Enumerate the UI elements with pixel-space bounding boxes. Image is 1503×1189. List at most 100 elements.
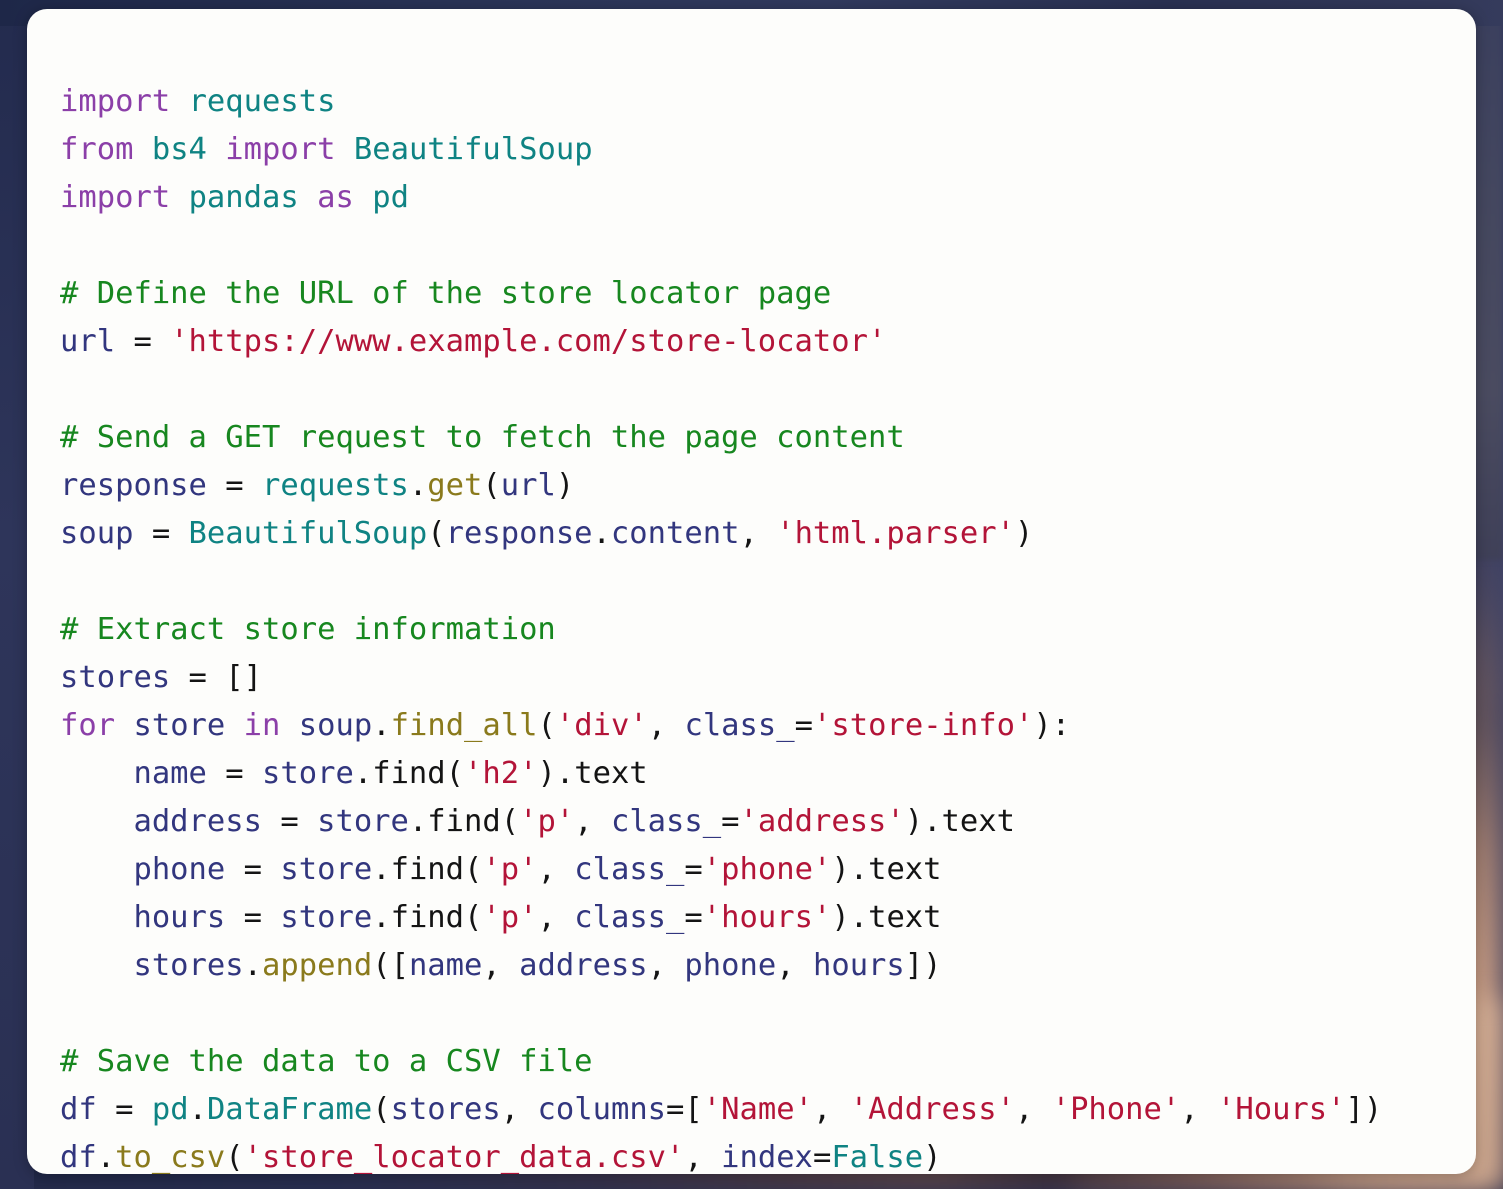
code-token-var: df — [60, 1139, 97, 1175]
code-token-pun — [354, 180, 372, 215]
code-token-pun: [] — [225, 659, 263, 695]
code-snippet-card: import requests from bs4 import Beautiful… — [27, 9, 1476, 1174]
code-token-pun: find — [390, 851, 465, 887]
code-token-op: = — [170, 659, 226, 695]
code-token-pun: ) — [537, 755, 556, 791]
code-token-var: store — [317, 803, 409, 839]
code-token-var: store — [280, 899, 373, 935]
code-token-mod: pd — [372, 179, 409, 215]
code-token-pun: ([ — [372, 947, 409, 983]
code-token-mod: requests — [188, 83, 336, 119]
code-token-var: name — [133, 755, 207, 791]
code-token-pun: ( — [464, 851, 483, 887]
code-line: name = store.find('h2').text — [60, 750, 1382, 798]
code-token-var: index — [721, 1139, 813, 1175]
code-token-var: columns — [537, 1091, 667, 1127]
code-line: url = 'https://www.example.com/store-loc… — [60, 318, 1382, 366]
code-token-pun — [60, 852, 133, 887]
code-token-pun: ) — [831, 899, 850, 935]
code-token-var: stores — [390, 1091, 501, 1127]
code-token-var: phone — [133, 851, 226, 887]
code-token-var: df — [60, 1091, 97, 1127]
code-token-str: 'div' — [555, 707, 648, 743]
code-token-pun: , — [574, 803, 611, 839]
code-line: import requests — [60, 78, 1382, 126]
code-token-op: = — [225, 851, 281, 887]
code-token-pun: , — [647, 947, 685, 983]
code-token-pun: . — [372, 899, 391, 935]
code-token-var: address — [519, 947, 648, 983]
code-token-mod: BeautifulSoup — [188, 515, 428, 551]
code-token-pun: ) — [831, 851, 850, 887]
code-token-pun: ) — [1014, 515, 1034, 551]
code-token-fn: append — [262, 947, 373, 983]
code-token-pun — [170, 84, 188, 119]
code-token-pun — [60, 948, 133, 983]
code-token-op: = — [115, 323, 171, 359]
code-line: for store in soup.find_all('div', class_… — [60, 702, 1382, 750]
code-line: # Save the data to a CSV file — [60, 1038, 1382, 1086]
code-token-pun: . — [372, 707, 391, 743]
code-token-str: 'https://www.example.com/store-locator' — [170, 323, 887, 359]
code-token-var: address — [133, 803, 262, 839]
code-token-pun: . — [408, 803, 428, 839]
code-token-str: 'phone' — [702, 851, 832, 887]
code-token-pun: ]) — [904, 947, 942, 983]
code-token-pun — [115, 708, 133, 743]
code-token-cmt: # Save the data to a CSV file — [60, 1043, 593, 1079]
code-token-var: class_ — [574, 851, 685, 887]
code-token-var: class_ — [610, 803, 722, 839]
code-token-var: response — [60, 467, 207, 503]
code-token-str: 'Hours' — [1216, 1091, 1346, 1127]
code-token-var: hours — [133, 899, 226, 935]
code-token-pun: , — [537, 899, 575, 935]
code-token-op: = — [684, 851, 703, 887]
code-token-pun — [299, 180, 317, 215]
code-token-str: 'Phone' — [1051, 1091, 1181, 1127]
code-token-pun: ( — [427, 515, 446, 551]
code-token-mod: bs4 — [151, 131, 207, 167]
code-token-pun — [280, 708, 298, 743]
code-line: address = store.find('p', class_='addres… — [60, 798, 1382, 846]
code-token-pun: find — [372, 755, 446, 791]
code-token-pun: ) — [904, 803, 924, 839]
code-token-pun: ( — [537, 707, 556, 743]
code-token-pun: , — [776, 947, 813, 983]
code-token-pun: . — [408, 467, 428, 503]
code-token-pun: ) — [923, 1139, 942, 1175]
code-token-fn: get — [427, 467, 483, 503]
code-token-str: 'address' — [739, 803, 905, 839]
code-line: df.to_csv('store_locator_data.csv', inde… — [60, 1134, 1382, 1175]
code-line: df = pd.DataFrame(stores, columns=['Name… — [60, 1086, 1382, 1134]
code-token-kw: as — [317, 179, 354, 215]
code-token-var: store — [133, 707, 226, 743]
code-token-op: = — [812, 1139, 832, 1175]
code-line: from bs4 import BeautifulSoup — [60, 126, 1382, 174]
code-token-var: soup — [298, 707, 373, 743]
python-code-block[interactable]: import requests from bs4 import Beautiful… — [60, 78, 1382, 1175]
code-token-pun: . — [592, 515, 611, 551]
code-line: phone = store.find('p', class_='phone').… — [60, 846, 1382, 894]
code-token-var: store — [262, 755, 354, 791]
code-token-pun: ): — [1033, 707, 1071, 743]
code-token-cmt: # Extract store information — [60, 611, 556, 647]
code-token-str: 'html.parser' — [776, 515, 1015, 551]
code-line: response = requests.get(url) — [60, 462, 1382, 510]
code-token-pun: , — [684, 1139, 722, 1175]
code-token-op: = — [225, 899, 281, 935]
code-token-pun — [60, 804, 133, 839]
code-token-fn: find_all — [390, 707, 538, 743]
code-token-mod: pd — [151, 1091, 189, 1127]
code-line: # Send a GET request to fetch the page c… — [60, 414, 1382, 462]
code-token-pun — [207, 132, 225, 167]
code-token-var: stores — [133, 947, 244, 983]
code-line: # Extract store information — [60, 606, 1382, 654]
code-token-str: 'p' — [482, 851, 538, 887]
code-token-pun: find — [390, 899, 465, 935]
code-token-op: = — [721, 803, 740, 839]
code-token-var: content — [610, 515, 740, 551]
